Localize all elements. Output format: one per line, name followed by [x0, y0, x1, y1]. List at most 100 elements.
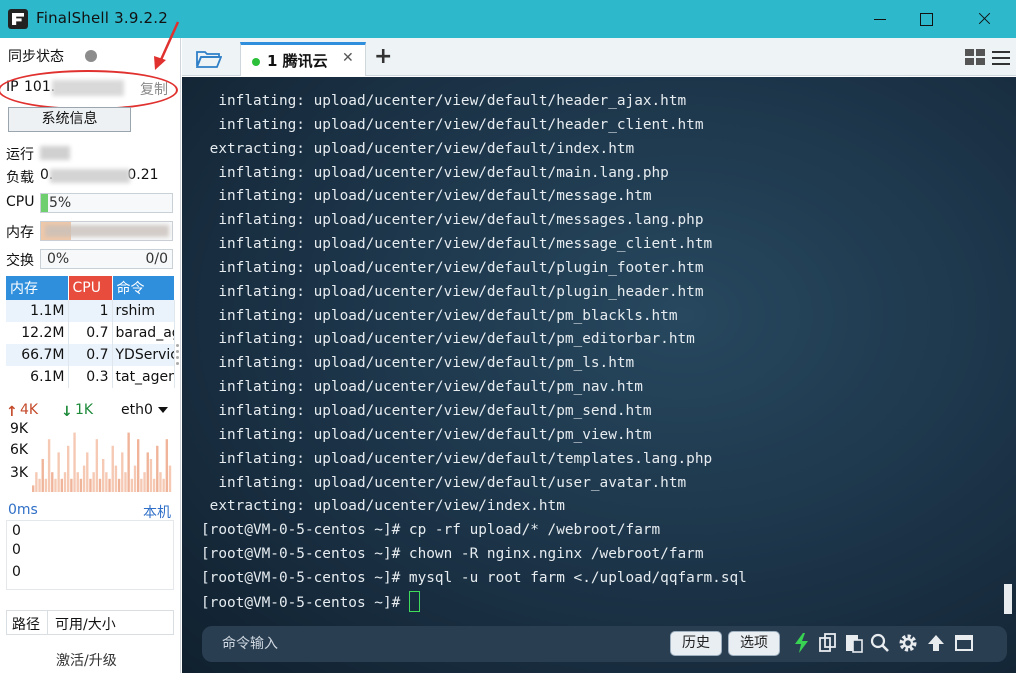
net-traffic-bar: [117, 478, 121, 492]
net-traffic-bar: [44, 478, 48, 492]
net-traffic-bar: [159, 472, 162, 492]
search-icon[interactable]: [870, 633, 890, 653]
terminal-line: extracting: upload/ucenter/view/index.ht…: [201, 498, 565, 515]
net-traffic-bar: [67, 445, 70, 492]
net-traffic-bar: [152, 478, 156, 492]
net-traffic-bar: [70, 478, 73, 492]
net-traffic-bar: [146, 452, 149, 492]
net-traffic-bar: [121, 452, 124, 492]
net-traffic-bar: [51, 472, 54, 492]
command-input-bar[interactable]: 命令输入 历史 选项: [202, 626, 1007, 662]
cpu-label: CPU: [6, 194, 35, 210]
swap-usage-amount: 0/0: [145, 251, 168, 267]
net-ytick: 6K: [10, 442, 29, 458]
latency-chart: [6, 520, 174, 590]
latency-value: 0: [12, 523, 21, 539]
add-tab-button[interactable]: +: [374, 44, 392, 69]
swap-usage-text: 0%: [47, 251, 70, 267]
net-traffic-bar: [35, 472, 38, 492]
gear-icon[interactable]: [898, 633, 918, 653]
download-arrow-icon: ↓: [61, 404, 73, 420]
swap-label: 交换: [6, 253, 34, 269]
terminal-line: [root@VM-0-5-centos ~]# chown -R nginx.n…: [201, 546, 704, 563]
net-traffic-bar: [86, 452, 89, 492]
disk-path-header[interactable]: 路径: [12, 614, 40, 634]
close-icon[interactable]: ✕: [342, 50, 354, 66]
upload-arrow-icon: ↑: [6, 404, 18, 420]
process-header-memory[interactable]: 内存: [6, 276, 69, 300]
tab-session-tencent-cloud[interactable]: 1 腾讯云 ✕: [240, 42, 366, 76]
arrow-up-icon[interactable]: [926, 633, 946, 653]
net-traffic-bar: [32, 485, 35, 492]
activate-upgrade-link[interactable]: 激活/升级: [56, 650, 117, 670]
net-traffic-bar: [108, 478, 111, 492]
process-row[interactable]: 6.1M 0.3 tat_agent: [6, 366, 175, 388]
connection-status-dot: [252, 58, 260, 66]
folder-icon[interactable]: [196, 50, 222, 68]
net-traffic-bar: [95, 439, 99, 492]
copy-icon[interactable]: [818, 633, 838, 653]
command-input[interactable]: 命令输入: [222, 633, 278, 653]
resize-grip[interactable]: [176, 362, 179, 365]
memory-redacted: [45, 225, 169, 237]
maximize-button[interactable]: [902, 0, 948, 38]
minimize-button[interactable]: [856, 0, 902, 38]
net-traffic-bar: [57, 452, 60, 492]
process-cpu: 0.7: [68, 322, 113, 344]
net-traffic-bar: [149, 459, 153, 492]
net-traffic-bar: [140, 478, 143, 492]
terminal-line: inflating: upload/ucenter/view/default/u…: [201, 474, 687, 491]
window-icon[interactable]: [954, 633, 974, 653]
lightning-icon[interactable]: [792, 633, 812, 653]
layout-grid-icon[interactable]: [964, 48, 986, 66]
net-traffic-bar: [111, 445, 114, 492]
process-row[interactable]: 66.7M 0.7 YDService: [6, 344, 175, 366]
net-traffic-bar: [47, 439, 51, 492]
terminal-line: inflating: upload/ucenter/view/default/m…: [201, 164, 669, 181]
resize-grip[interactable]: [176, 356, 179, 359]
options-button[interactable]: 选项: [728, 631, 780, 656]
terminal-scrollbar[interactable]: [1004, 584, 1012, 614]
process-cpu: 0.3: [68, 366, 113, 388]
terminal-output: inflating: upload/ucenter/view/default/h…: [201, 90, 747, 615]
network-interface-select[interactable]: eth0: [121, 402, 153, 418]
terminal-line: inflating: upload/ucenter/view/default/p…: [201, 355, 635, 372]
process-header-cpu[interactable]: CPU: [68, 276, 113, 300]
net-traffic-bar: [165, 439, 169, 492]
terminal-line: inflating: upload/ucenter/view/default/p…: [201, 402, 652, 419]
net-upload-rate: 4K: [20, 402, 39, 418]
net-traffic-bar: [102, 459, 105, 492]
terminal-cursor: [408, 590, 420, 612]
menu-icon[interactable]: [992, 50, 1010, 66]
net-traffic-bar: [143, 472, 146, 492]
process-header-command[interactable]: 命令: [112, 276, 175, 300]
load-label: 负载: [6, 170, 34, 186]
swap-usage-bar: 0% 0/0: [40, 249, 173, 269]
resize-grip[interactable]: [176, 344, 179, 347]
terminal-line: inflating: upload/ucenter/view/default/p…: [201, 259, 704, 276]
latency-value: 0: [12, 542, 21, 558]
terminal-line: inflating: upload/ucenter/view/default/m…: [201, 236, 713, 253]
process-row[interactable]: 12.2M 0.7 barad_agent: [6, 322, 175, 344]
terminal-view[interactable]: inflating: upload/ucenter/view/default/h…: [182, 77, 1016, 673]
terminal-line: inflating: upload/ucenter/view/default/m…: [201, 188, 652, 205]
net-traffic-bar: [137, 439, 140, 492]
disk-size-header[interactable]: 可用/大小: [55, 614, 116, 634]
net-traffic-bar: [63, 472, 67, 492]
process-row[interactable]: 1.1M 1 rshim: [6, 300, 175, 322]
close-button[interactable]: [960, 0, 1006, 38]
resize-grip[interactable]: [176, 350, 179, 353]
net-ytick: 3K: [10, 465, 29, 481]
terminal-line: inflating: upload/ucenter/view/default/p…: [201, 307, 678, 324]
cpu-usage-fill: [41, 194, 48, 212]
latency-host[interactable]: 本机: [143, 502, 171, 522]
terminal-line: inflating: upload/ucenter/view/default/t…: [201, 450, 713, 467]
net-traffic-bar: [156, 445, 159, 492]
system-info-button[interactable]: 系统信息: [8, 107, 131, 132]
history-button[interactable]: 历史: [670, 631, 722, 656]
chevron-down-icon[interactable]: [158, 407, 168, 413]
terminal-line: [root@VM-0-5-centos ~]# mysql -u root fa…: [201, 569, 747, 586]
net-traffic-bar: [89, 478, 92, 492]
net-traffic-bar: [162, 478, 165, 492]
paste-icon[interactable]: [844, 633, 864, 653]
